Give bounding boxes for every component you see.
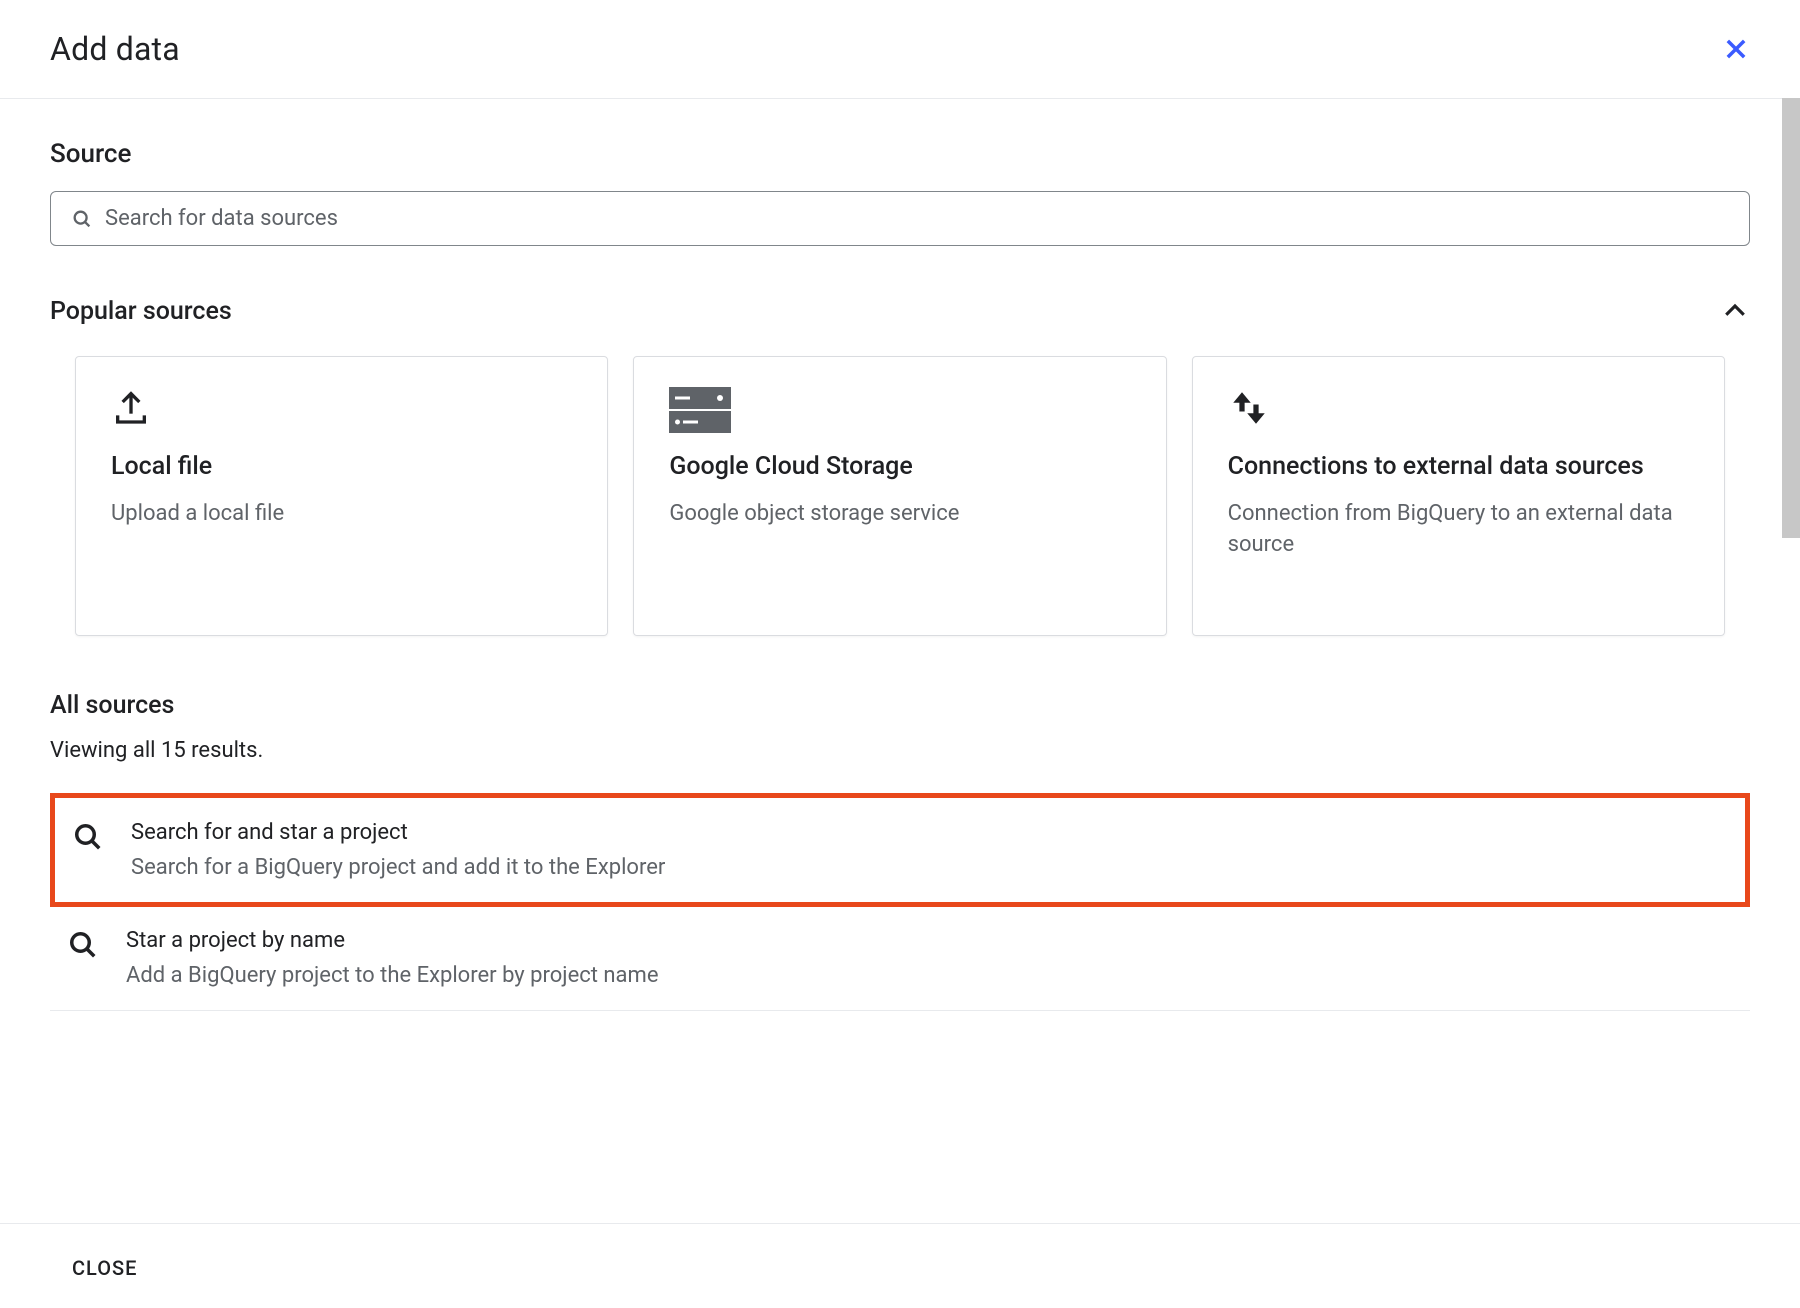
results-count: Viewing all 15 results. [50,738,1750,763]
all-sources-list: Search for and star a project Search for… [50,793,1750,1011]
list-text: Star a project by name Add a BigQuery pr… [126,928,658,988]
dialog-content: Source Popular sources [0,99,1800,1223]
close-button[interactable]: CLOSE [72,1256,137,1280]
chevron-up-icon [1720,296,1750,326]
card-external-connections[interactable]: Connections to external data sources Con… [1192,356,1725,636]
list-item-search-star-project[interactable]: Search for and star a project Search for… [50,793,1750,907]
storage-icon [669,387,1130,445]
close-icon[interactable] [1722,35,1750,63]
dialog-title: Add data [50,30,180,68]
add-data-dialog: Add data Source Popular sources [0,0,1800,1308]
source-search-input[interactable] [105,206,1729,231]
search-icon [68,930,98,960]
source-label: Source [50,139,1750,169]
card-local-file[interactable]: Local file Upload a local file [75,356,608,636]
card-gcs[interactable]: Google Cloud Storage Google object stora… [633,356,1166,636]
list-item-title: Star a project by name [126,928,658,953]
upload-icon [111,387,572,445]
card-title: Google Cloud Storage [669,451,1130,484]
dialog-footer: CLOSE [0,1223,1800,1308]
search-icon [73,822,103,852]
list-item-title: Search for and star a project [131,820,665,845]
scrollbar[interactable] [1782,98,1800,538]
source-search-wrap[interactable] [50,191,1750,246]
popular-sources-header[interactable]: Popular sources [50,296,1750,326]
popular-cards-row: Local file Upload a local file Google Cl… [50,356,1750,636]
search-icon [71,208,93,230]
popular-sources-title: Popular sources [50,297,232,326]
card-title: Connections to external data sources [1228,451,1689,484]
swap-icon [1228,387,1689,445]
list-text: Search for and star a project Search for… [131,820,665,880]
all-sources-title: All sources [50,691,1750,720]
card-desc: Google object storage service [669,498,1130,530]
list-item-star-project-by-name[interactable]: Star a project by name Add a BigQuery pr… [50,906,1750,1011]
list-item-desc: Add a BigQuery project to the Explorer b… [126,963,658,988]
card-title: Local file [111,451,572,484]
list-item-desc: Search for a BigQuery project and add it… [131,855,665,880]
card-desc: Connection from BigQuery to an external … [1228,498,1689,562]
dialog-header: Add data [0,0,1800,99]
card-desc: Upload a local file [111,498,572,530]
